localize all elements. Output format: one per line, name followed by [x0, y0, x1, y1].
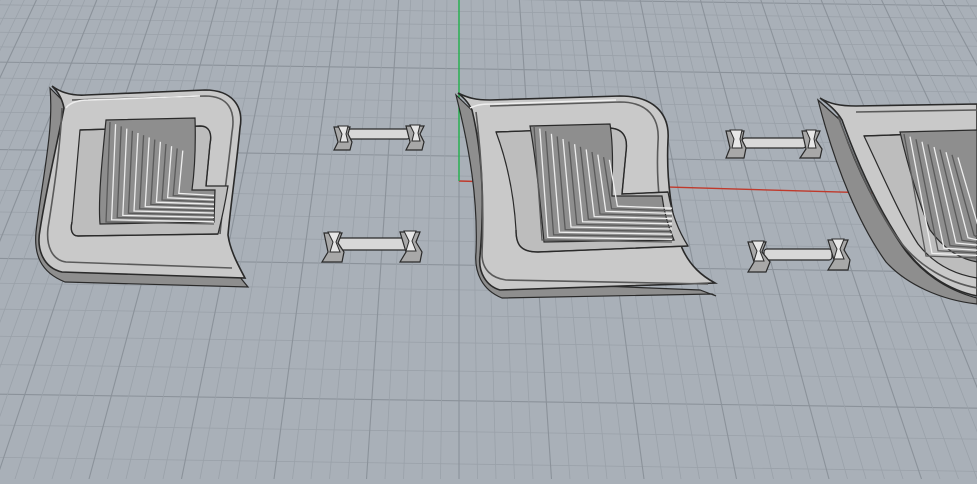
- grid-line: [688, 0, 810, 479]
- grid-line: [700, 0, 829, 479]
- grid-line: [0, 78, 977, 92]
- grid-line: [422, 0, 435, 479]
- clip-2[interactable]: [322, 231, 422, 262]
- clip-3[interactable]: [726, 130, 822, 158]
- trim-panel-2[interactable]: [456, 93, 716, 298]
- grid-line: [441, 0, 447, 479]
- clip-1[interactable]: [334, 125, 424, 150]
- grid-line: [0, 32, 977, 46]
- clip-4[interactable]: [748, 239, 850, 272]
- grid-line: [0, 0, 12, 479]
- grid-line: [0, 336, 977, 350]
- grid-line: [0, 5, 977, 19]
- grid-line: [237, 0, 314, 479]
- grid-line: [676, 0, 792, 479]
- viewport-canvas[interactable]: [0, 0, 977, 479]
- grid-line: [0, 309, 977, 323]
- trim-panel-1[interactable]: [36, 86, 248, 287]
- grid-line: [0, 365, 977, 379]
- trim-panel-3[interactable]: [818, 98, 977, 304]
- grid-line: [0, 394, 977, 408]
- grid-line: [0, 425, 977, 439]
- 3d-viewport[interactable]: [0, 0, 977, 479]
- grid-line: [219, 0, 303, 479]
- grid-line: [0, 0, 977, 6]
